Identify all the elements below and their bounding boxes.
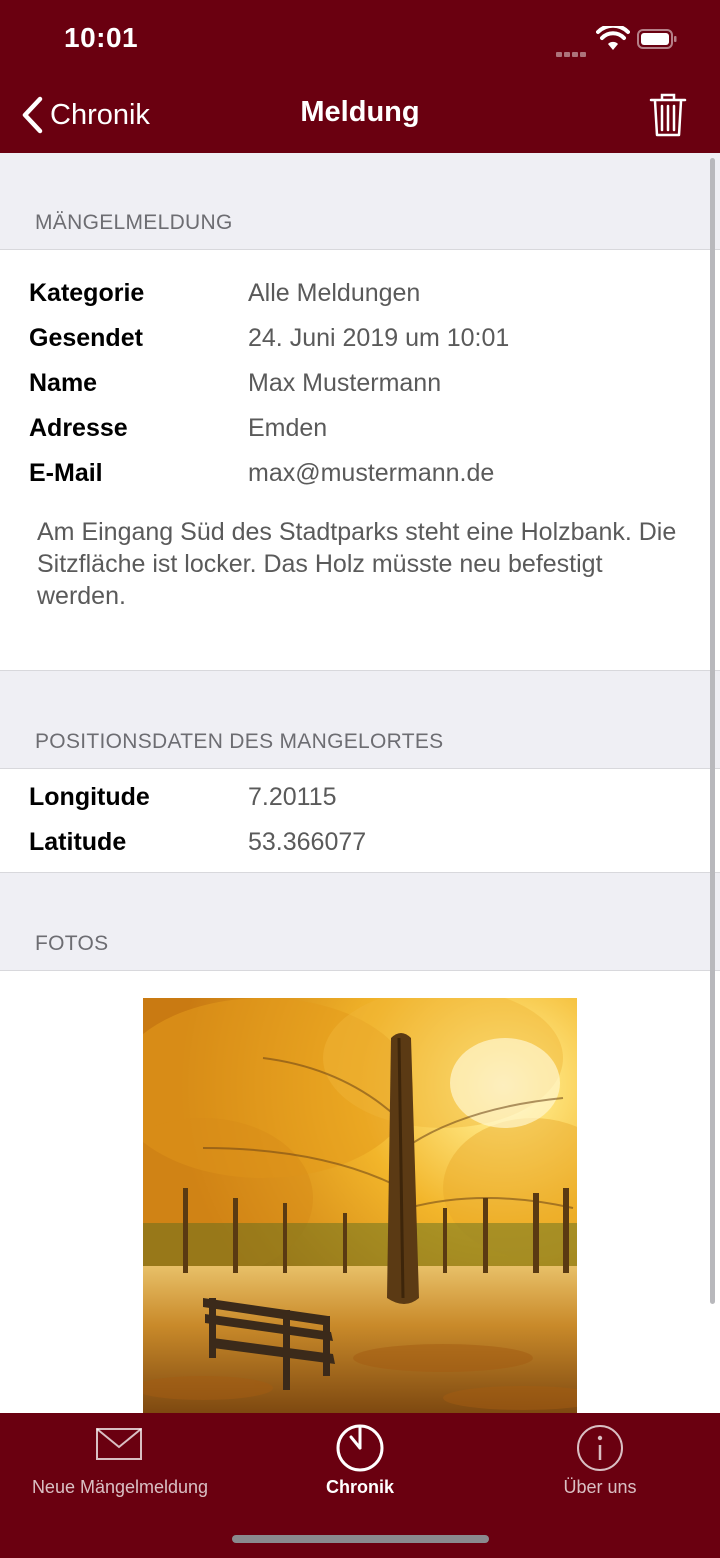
row-label: Kategorie [29,279,145,307]
row-value: Max Mustermann [248,369,442,397]
cellular-signal-icon [556,44,588,62]
report-description: Am Eingang Süd des Stadtparks steht eine… [37,518,677,610]
row-label: Name [29,369,98,397]
wifi-icon [596,26,630,50]
row-value: 7.20115 [248,783,337,811]
tab-new-report[interactable]: Neue Mängelmeldung [10,1413,230,1523]
tab-about[interactable]: Über uns [500,1413,700,1523]
tab-bar: Neue Mängelmeldung Chronik Über uns [0,1413,720,1558]
row-value: 53.366077 [248,828,367,856]
envelope-icon [96,1428,142,1460]
row-value: Alle Meldungen [248,279,421,307]
battery-icon [637,29,677,49]
trash-icon[interactable] [648,92,688,138]
row-value: Emden [248,414,328,442]
section-header-report: MÄNGELMELDUNG [35,211,233,234]
photo-autumn-park [143,998,577,1414]
row-label: E-Mail [29,459,103,487]
tab-label: Chronik [325,1477,394,1497]
home-indicator[interactable] [232,1535,489,1543]
navigation-bar: 10:01 Chronik Meldung [0,0,720,153]
section-header-position: POSITIONSDATEN DES MANGELORTES [35,730,444,753]
row-label: Adresse [29,414,128,442]
page-title: Meldung [300,96,420,128]
tab-label: Neue Mängelmeldung [31,1477,209,1497]
report-photo[interactable] [143,998,577,1414]
row-label: Latitude [29,828,127,856]
scrollbar[interactable] [710,158,715,1304]
tab-label: Über uns [563,1477,637,1497]
tab-chronik[interactable]: Chronik [290,1413,430,1523]
clock-icon [336,1424,384,1472]
info-icon [577,1425,623,1471]
section-header-photos: FOTOS [35,932,109,955]
status-time: 10:01 [64,22,139,53]
row-label: Gesendet [29,324,143,352]
row-value: max@mustermann.de [248,459,495,487]
row-label: Longitude [29,783,150,811]
row-value: 24. Juni 2019 um 10:01 [248,324,510,352]
